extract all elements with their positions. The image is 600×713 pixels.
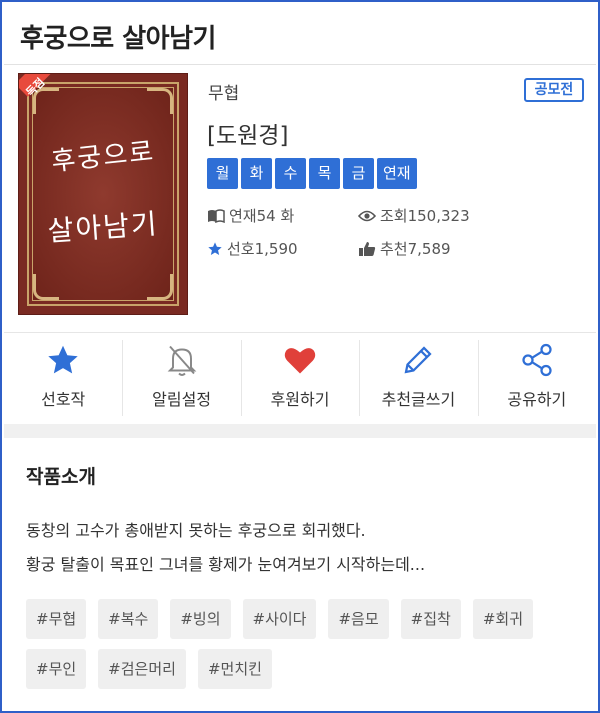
day-chip: 수 [275,158,306,189]
pencil-icon [404,346,433,374]
serial-days: 월 화 수 목 금 연재 [207,158,417,189]
favorite-label: 선호작 [41,390,86,409]
cover-ornament [33,274,59,300]
donate-button[interactable]: 후원하기 [240,332,359,424]
genre-label[interactable]: 무협 [208,79,239,104]
serial-status-chip: 연재 [377,158,417,189]
heart-icon [284,348,316,374]
intro-text-line: 동창의 고수가 총애받지 못하는 후궁으로 회귀했다. [26,521,366,540]
write-recommendation-button[interactable]: 추천글쓰기 [359,332,477,424]
star-icon [208,241,222,255]
cover-image[interactable]: 후궁으로 살아남기 독점 [18,73,188,315]
author-name[interactable]: [도원경] [207,116,288,150]
donate-label: 후원하기 [270,390,330,409]
tag-chip[interactable]: #검은머리 [98,649,186,689]
day-chip: 화 [241,158,272,189]
contest-badge: 공모전 [524,78,584,102]
tag-chip[interactable]: #음모 [328,599,389,639]
thumbs-up-icon [359,241,376,256]
day-chip: 목 [309,158,340,189]
eye-icon [358,210,376,221]
favorites-count: 선호1,590 [227,240,298,258]
cover-ornament [147,88,173,114]
favorites-stat: 선호1,590 [207,238,298,259]
views-stat: 조회150,323 [358,205,470,226]
favorite-button[interactable]: 선호작 [4,332,122,424]
section-separator [4,424,596,438]
action-bar: 선호작 알림설정 후원하기 추천글쓰기 공유하기 [4,332,596,424]
cover-frame [27,82,179,306]
tag-list: #무협 #복수 #빙의 #사이다 #음모 #집착 #회귀 #무인 #검은머리 #… [26,599,566,689]
tag-chip[interactable]: #빙의 [170,599,231,639]
share-label: 공유하기 [507,390,567,409]
star-icon [48,345,78,374]
day-chip: 월 [207,158,238,189]
cover-ornament [147,274,173,300]
tag-chip[interactable]: #무인 [26,649,87,689]
episodes-count: 연재54 화 [229,207,295,225]
tag-chip[interactable]: #복수 [98,599,159,639]
write-recommendation-label: 추천글쓰기 [381,390,456,409]
share-button[interactable]: 공유하기 [477,332,596,424]
recommends-stat: 추천7,589 [358,238,451,259]
tag-chip[interactable]: #먼치킨 [197,649,272,689]
share-icon [522,343,552,377]
day-chip: 금 [343,158,374,189]
intro-heading: 작품소개 [26,466,96,488]
book-icon [208,208,225,223]
page-title: 후궁으로 살아남기 [20,24,216,54]
notification-settings-label: 알림설정 [152,390,212,409]
intro-text-line: 황궁 탈출이 목표인 그녀를 황제가 눈여겨보기 시작하는데... [26,555,426,574]
notification-settings-button[interactable]: 알림설정 [122,332,240,424]
tag-chip[interactable]: #회귀 [472,599,533,639]
episodes-stat: 연재54 화 [207,205,294,226]
page-frame: 후궁으로 살아남기 후궁으로 살아남기 독점 무협 공모전 [도원경] 월 화 … [0,0,600,713]
tag-chip[interactable]: #집착 [400,599,461,639]
divider [4,64,596,65]
tag-chip[interactable]: #사이다 [242,599,317,639]
tag-chip[interactable]: #무협 [26,599,87,639]
recommends-count: 추천7,589 [380,240,451,258]
bell-off-icon [167,345,196,376]
views-count: 조회150,323 [380,207,470,225]
